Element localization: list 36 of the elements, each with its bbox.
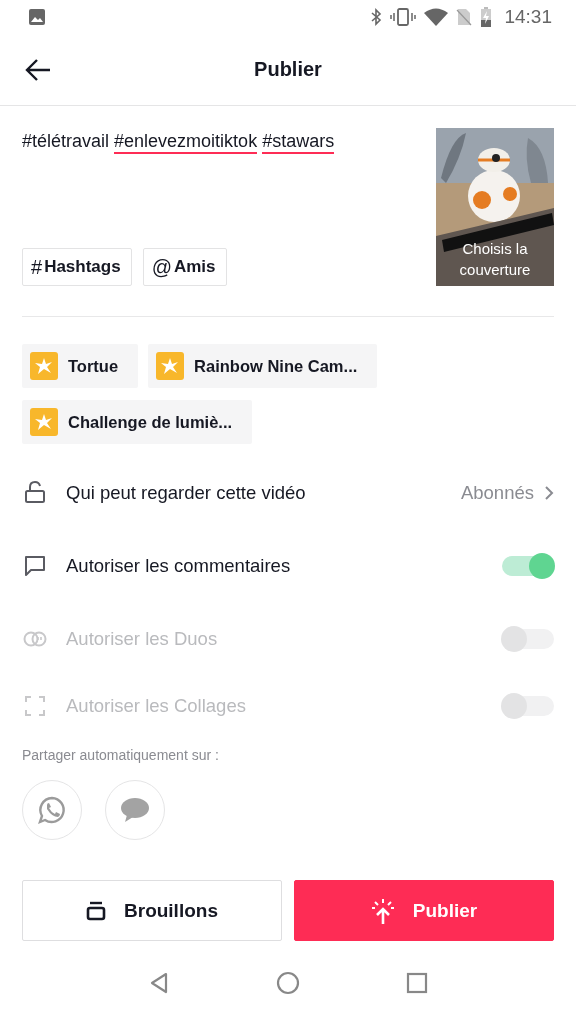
sparkle-icon bbox=[30, 408, 58, 436]
toggle-switch[interactable] bbox=[502, 555, 554, 576]
publish-button[interactable]: Publier bbox=[294, 880, 554, 941]
home-nav-icon[interactable] bbox=[276, 970, 300, 995]
vibrate-icon bbox=[390, 8, 417, 26]
no-sim-icon bbox=[456, 8, 473, 26]
mention-button[interactable]: @Amis bbox=[142, 248, 227, 286]
setting-label: Autoriser les Duos bbox=[66, 627, 219, 650]
screen-title: Publier bbox=[254, 58, 322, 81]
status-time: 14:31 bbox=[504, 6, 552, 28]
effect-chip[interactable]: Rainbow Nine Cam... bbox=[148, 344, 378, 388]
hashtags-button[interactable]: #Hashtags bbox=[22, 248, 132, 286]
back-button[interactable] bbox=[24, 57, 52, 82]
effect-chip[interactable]: Tortue bbox=[22, 344, 139, 388]
tray-icon bbox=[86, 900, 106, 921]
setting-label: Autoriser les commentaires bbox=[66, 554, 292, 577]
drafts-button[interactable]: Brouillons bbox=[22, 880, 282, 941]
setting-label: Autoriser les Collages bbox=[66, 695, 247, 717]
bluetooth-icon bbox=[370, 8, 383, 26]
lock-icon bbox=[22, 479, 48, 506]
caption-text[interactable]: #télétravail #enlevezmoitiktok #stawars bbox=[22, 128, 335, 154]
effect-chip[interactable]: Challenge de lumiè... bbox=[22, 400, 253, 444]
battery-icon bbox=[480, 7, 493, 27]
sparkle-icon bbox=[30, 352, 58, 380]
whatsapp-icon bbox=[36, 794, 68, 826]
cover-thumbnail[interactable]: Choisis la couverture bbox=[436, 128, 554, 286]
back-nav-icon[interactable] bbox=[148, 970, 170, 995]
sparkle-icon bbox=[156, 352, 185, 380]
wifi-icon bbox=[424, 8, 449, 26]
setting-label: Qui peut regarder cette vidéo bbox=[66, 481, 307, 504]
arrow-up-sparkle-icon bbox=[370, 897, 395, 924]
share-label: Partager automatiquement sur : bbox=[22, 747, 220, 763]
image-icon bbox=[28, 8, 46, 26]
chevron-right-icon bbox=[544, 484, 554, 501]
recents-nav-icon[interactable] bbox=[406, 971, 428, 994]
frame-icon bbox=[22, 693, 48, 719]
